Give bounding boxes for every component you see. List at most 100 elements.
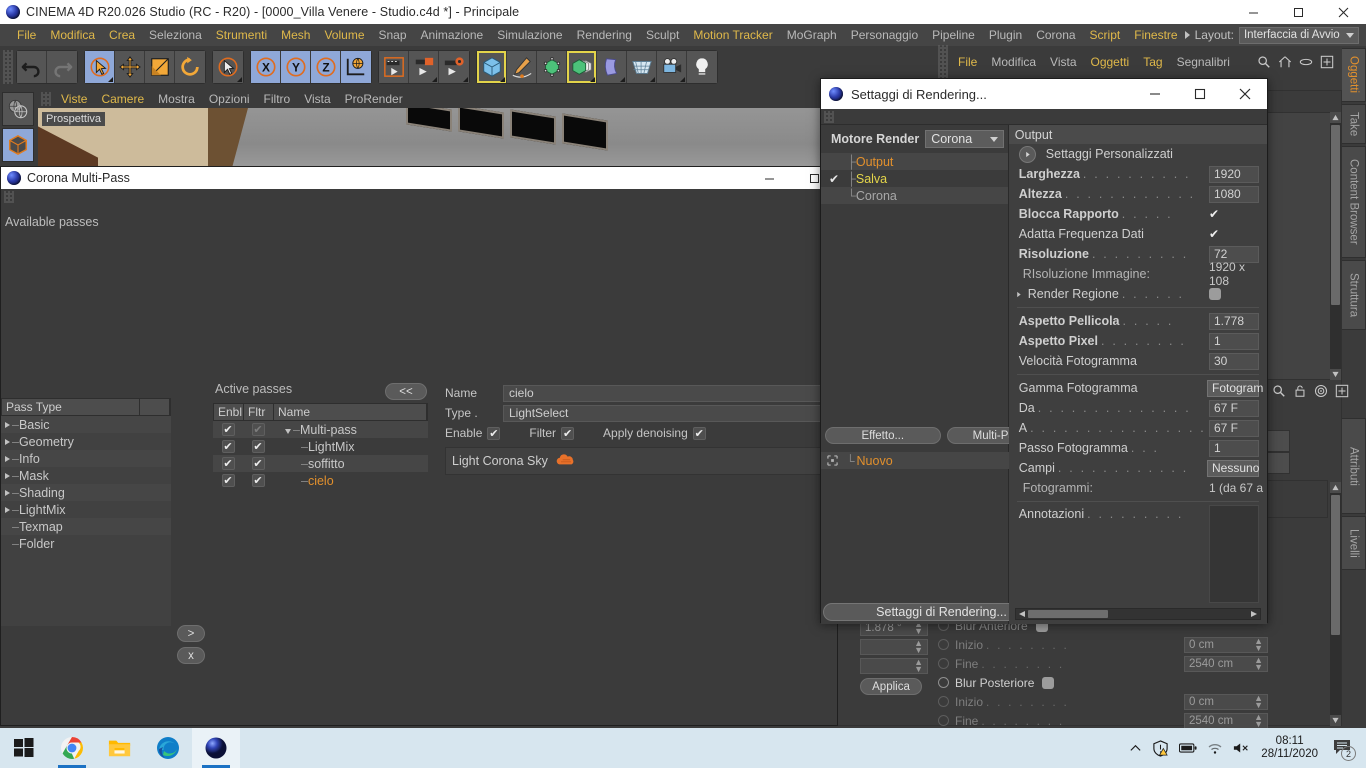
vtab-livelli[interactable]: Livelli [1342,516,1366,570]
menu-item-motion-tracker[interactable]: Motion Tracker [686,24,779,46]
plus-box-icon[interactable] [1320,55,1334,69]
apply-button[interactable]: Applica [860,678,922,695]
menu-item-mograph[interactable]: MoGraph [780,24,844,46]
add-pass-button[interactable]: > [177,625,205,642]
wifi-icon[interactable] [1207,741,1223,755]
spinner-icon[interactable]: ▲ ▼ [914,658,923,674]
radio-icon[interactable] [938,715,949,726]
scroll-up-arrow-icon[interactable] [1330,112,1341,123]
prop-custom-settings[interactable]: Settaggi Personalizzati [1009,144,1267,164]
fltr-checkbox[interactable]: ✔ [251,440,265,453]
properties-horizontal-scrollbar[interactable] [1014,608,1261,620]
detail-name-input[interactable]: cielo [503,384,835,402]
make-editable-button[interactable] [2,92,34,126]
edge-taskbar-button[interactable] [144,728,192,768]
active-pass-row-cielo[interactable]: ✔ ✔ –cielo [213,472,428,489]
spline-pen-button[interactable] [507,51,537,83]
environment-floor-button[interactable] [627,51,657,83]
active-pass-row-multipass[interactable]: ✔ ✔ –Multi-pass [213,421,428,438]
field-3[interactable]: ▲ ▼ [860,658,928,674]
scroll-down-arrow-icon[interactable] [1330,369,1341,380]
fine-field-2[interactable]: 2540 cm ▲ ▼ [1184,712,1268,729]
nurbs-generator-button[interactable] [537,51,567,83]
undo-button[interactable] [17,51,47,83]
spinner-icon[interactable]: ▲ ▼ [1254,693,1263,709]
blur-anteriore-inizio-row[interactable]: Inizio . . . . . . . . 0 cm ▲ ▼ [938,635,1268,654]
vtab-oggetti[interactable]: Oggetti [1342,48,1366,102]
menu-item-file[interactable]: File [10,24,43,46]
axis-y-button[interactable]: Y [281,51,311,83]
render-settings-tree[interactable]: ├ Output ✔ ├ Salva └ Corona [821,153,1008,204]
radio-icon[interactable] [938,677,949,688]
redo-button[interactable] [47,51,77,83]
plus-box-icon[interactable] [1335,384,1349,398]
fltr-checkbox[interactable]: ✔ [251,423,265,436]
fine-field-1[interactable]: 2540 cm ▲ ▼ [1184,655,1268,672]
model-mode-button[interactable] [2,128,34,162]
spinner-icon[interactable]: ▲ ▼ [914,639,923,655]
render-settings-toolbar-button[interactable] [439,51,469,83]
ellipse-icon[interactable] [1299,55,1313,69]
vtab-attributi[interactable]: Attributi [1342,418,1366,514]
detail-type-input[interactable]: LightSelect [503,404,835,422]
radio-icon[interactable] [938,658,949,669]
axis-z-button[interactable]: Z [311,51,341,83]
chevron-right-icon[interactable] [1015,291,1022,298]
omgr-menu-segnalibri[interactable]: Segnalibri [1170,55,1237,69]
available-pass-lightmix[interactable]: – LightMix [1,501,171,518]
expand-arrow-icon[interactable] [1018,145,1036,163]
viewport-3d-scene[interactable]: Prospettiva [38,108,830,168]
menu-item-animazione[interactable]: Animazione [414,24,491,46]
file-explorer-taskbar-button[interactable] [96,728,144,768]
omgr-menu-modifica[interactable]: Modifica [984,55,1043,69]
render-settings-minimize-button[interactable] [1132,79,1177,109]
viewport-menu-mostra[interactable]: Mostra [151,90,202,108]
world-coordinates-button[interactable] [341,51,371,83]
window-maximize-button[interactable] [1276,0,1321,24]
render-engine-dropdown[interactable]: Corona [925,130,1004,148]
viewport-menu-camere[interactable]: Camere [94,90,151,108]
menu-item-volume[interactable]: Volume [317,24,371,46]
live-selection-tool-button[interactable] [213,51,243,83]
radio-icon[interactable] [938,639,949,650]
tree-item-output[interactable]: ├ Output [821,153,1008,170]
omgr-menu-oggetti[interactable]: Oggetti [1084,55,1137,69]
viewport-grip-handle[interactable] [41,92,51,106]
array-deformer-button[interactable] [567,51,597,83]
select-tool-button[interactable] [85,51,115,83]
volume-muted-icon[interactable] [1233,741,1251,755]
menu-item-personaggio[interactable]: Personaggio [844,24,925,46]
spinner-icon[interactable]: ▲ ▼ [1254,636,1263,652]
scroll-down-arrow-icon[interactable] [1330,715,1341,726]
security-shield-icon[interactable] [1152,739,1169,757]
viewport-menu-filtro[interactable]: Filtro [257,90,298,108]
window-minimize-button[interactable] [1231,0,1276,24]
effetto-button[interactable]: Effetto... [825,427,941,444]
vtab-take[interactable]: Take [1342,104,1366,144]
remove-pass-button[interactable]: x [177,647,205,664]
menu-item-rendering[interactable]: Rendering [570,24,639,46]
salva-checkbox[interactable]: ✔ [821,172,847,186]
menu-item-sculpt[interactable]: Sculpt [639,24,686,46]
add-camera-button[interactable] [657,51,687,83]
menu-item-seleziona[interactable]: Seleziona [142,24,209,46]
render-settings-maximize-button[interactable] [1177,79,1222,109]
multipass-minimize-button[interactable] [747,167,792,189]
available-pass-info[interactable]: – Info [1,450,171,467]
move-tool-button[interactable] [115,51,145,83]
blur-posteriore-inizio-row[interactable]: Inizio . . . . . . . . 0 cm ▲ ▼ [938,692,1268,711]
active-pass-row-lightmix[interactable]: ✔ ✔ –LightMix [213,438,428,455]
inizio-field-2[interactable]: 0 cm ▲ ▼ [1184,693,1268,710]
altezza-input[interactable]: 1080 [1209,185,1259,203]
menu-item-finestre[interactable]: Finestre [1127,24,1184,46]
toolbar-grip-handle[interactable] [3,50,13,84]
available-pass-shading[interactable]: – Shading [1,484,171,501]
home-icon[interactable] [1278,55,1292,69]
scale-tool-button[interactable] [145,51,175,83]
blur-posteriore-row[interactable]: Blur Posteriore [938,673,1268,692]
available-pass-basic[interactable]: – Basic [1,416,171,433]
available-pass-texmap[interactable]: – Texmap [1,518,171,535]
render-regione-toggle[interactable] [1209,288,1221,300]
menu-item-pipeline[interactable]: Pipeline [925,24,982,46]
velocita-fotogramma-input[interactable]: 30 [1209,352,1259,370]
